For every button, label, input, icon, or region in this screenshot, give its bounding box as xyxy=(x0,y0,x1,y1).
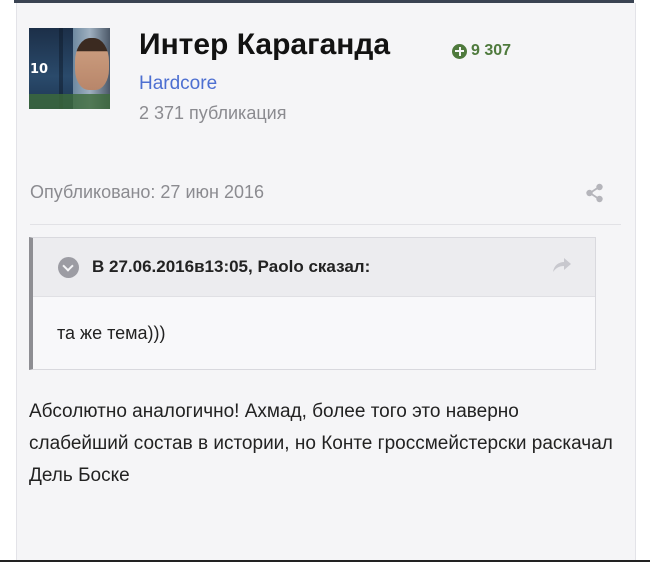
author-group: Hardcore xyxy=(139,73,218,94)
post-date: Опубликовано: 27 июн 2016 xyxy=(30,182,264,202)
author-post-count: 2 371 публикация xyxy=(139,103,287,123)
share-icon[interactable] xyxy=(585,183,605,208)
author-avatar[interactable]: 10 xyxy=(29,28,110,109)
post-content: Абсолютно аналогично! Ахмад, более того … xyxy=(29,401,613,486)
avatar-face xyxy=(75,38,109,90)
bottom-border xyxy=(0,560,650,562)
reply-arrow-icon[interactable] xyxy=(551,256,573,281)
reputation-badge: 9 307 xyxy=(452,42,511,60)
quote-citation: В 27.06.2016в13:05, Paolo сказал: xyxy=(92,257,371,276)
quote-block: В 27.06.2016в13:05, Paolo сказал: та же … xyxy=(29,237,596,370)
quote-header: В 27.06.2016в13:05, Paolo сказал: xyxy=(33,238,595,297)
divider xyxy=(30,224,621,225)
avatar-grass xyxy=(29,94,110,109)
chevron-down-icon[interactable] xyxy=(58,257,79,278)
avatar-jersey-number: 10 xyxy=(30,62,49,77)
author-name[interactable]: Интер Караганда xyxy=(139,28,390,62)
quote-text: та же тема))) xyxy=(57,323,166,343)
reputation-value: 9 307 xyxy=(471,42,512,59)
plus-circle-icon xyxy=(452,43,467,59)
